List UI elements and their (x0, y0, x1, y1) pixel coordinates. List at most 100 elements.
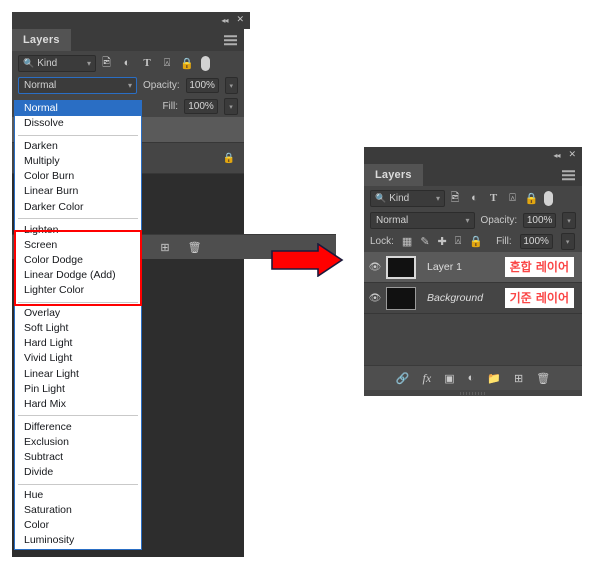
menu-item-soft-light[interactable]: Soft Light (15, 321, 141, 336)
delete-layer-icon[interactable]: 🗑 (188, 241, 202, 254)
menu-item-darken[interactable]: Darken (15, 139, 141, 154)
filter-toggle-icon[interactable] (544, 190, 553, 206)
forest-thumbnail (386, 286, 416, 310)
tab-layers[interactable]: Layers (364, 164, 423, 186)
menu-item-difference[interactable]: Difference (15, 420, 141, 435)
menu-separator (18, 134, 138, 136)
menu-item-saturation[interactable]: Saturation (15, 503, 141, 518)
lock-image-icon[interactable]: ✎ (420, 235, 429, 248)
lock-position-icon[interactable]: ✚ (438, 235, 447, 248)
collapse-panel-icon[interactable]: ◂◂ (221, 16, 228, 25)
collapse-panel-icon[interactable]: ◂◂ (553, 151, 560, 160)
opacity-stepper[interactable]: ▾ (562, 212, 577, 229)
menu-item-vivid-light[interactable]: Vivid Light (15, 351, 141, 366)
type-filter-icon[interactable]: T (484, 192, 503, 204)
shape-filter-icon[interactable]: ⍓ (503, 192, 522, 205)
menu-item-normal[interactable]: Normal (15, 101, 141, 117)
filter-toggle-icon[interactable] (201, 55, 210, 71)
search-icon: 🔍 (375, 192, 387, 203)
menu-item-color-dodge[interactable]: Color Dodge (15, 253, 141, 268)
menu-item-luminosity[interactable]: Luminosity (15, 533, 141, 548)
shape-filter-icon[interactable]: ⍓ (157, 57, 177, 70)
menu-item-screen[interactable]: Screen (15, 238, 141, 253)
menu-item-divide[interactable]: Divide (15, 465, 141, 480)
menu-item-linear-light[interactable]: Linear Light (15, 367, 141, 382)
pixel-filter-icon[interactable]: 🖻 (445, 189, 465, 208)
layer-mask-icon[interactable]: ▣ (444, 372, 454, 385)
table-row[interactable]: 👁 Layer 1 혼합 레이어 (364, 252, 582, 283)
blend-mode-value: Normal (376, 215, 409, 226)
fill-stepper[interactable]: ▾ (224, 98, 238, 115)
new-group-icon[interactable]: 📁 (487, 372, 501, 385)
fill-label: Fill: (496, 236, 512, 247)
opacity-stepper[interactable]: ▾ (224, 77, 238, 94)
annotation-blend-layer: 혼합 레이어 (504, 257, 574, 277)
close-icon[interactable]: ✕ (236, 16, 244, 25)
lock-artboard-icon[interactable]: ⍓ (455, 235, 462, 248)
fill-input[interactable]: 100% (519, 234, 553, 249)
menu-item-lighter-color[interactable]: Lighter Color (15, 283, 141, 298)
opacity-label: Opacity: (143, 80, 180, 91)
tab-layers[interactable]: Layers (12, 29, 71, 51)
new-layer-icon[interactable]: ⊞ (160, 241, 169, 254)
menu-item-overlay[interactable]: Overlay (15, 306, 141, 321)
link-layers-icon[interactable]: 🔗 (396, 372, 410, 385)
menu-item-darker-color[interactable]: Darker Color (15, 200, 141, 215)
blend-mode-select[interactable]: Normal ▾ (18, 77, 137, 94)
blend-mode-dropdown-menu[interactable]: Normal Dissolve Darken Multiply Color Burn Li… (14, 100, 142, 550)
menu-separator (18, 218, 138, 220)
panel-menu-icon[interactable] (562, 170, 575, 180)
panel-resize-grip[interactable] (364, 390, 582, 396)
lock-all-icon[interactable]: 🔒 (469, 235, 483, 248)
smart-object-filter-icon[interactable]: 🔒 (522, 192, 541, 205)
menu-item-pin-light[interactable]: Pin Light (15, 382, 141, 397)
lock-icon: 🔒 (222, 152, 235, 164)
pixel-filter-icon[interactable]: 🖻 (96, 54, 117, 73)
opacity-input[interactable]: 100% (523, 213, 557, 228)
menu-item-hard-mix[interactable]: Hard Mix (15, 397, 141, 412)
fill-stepper[interactable]: ▾ (560, 233, 575, 250)
adjustment-filter-icon[interactable]: ◐ (117, 57, 137, 69)
opacity-input[interactable]: 100% (185, 78, 219, 93)
delete-layer-icon[interactable]: 🗑 (536, 372, 550, 385)
adjustment-layer-icon[interactable]: ◐ (468, 372, 475, 384)
menu-item-dissolve[interactable]: Dissolve (15, 116, 141, 131)
menu-item-linear-burn[interactable]: Linear Burn (15, 184, 141, 199)
fill-input[interactable]: 100% (184, 99, 218, 114)
chevron-down-icon: ▾ (435, 193, 440, 203)
layer-style-fx-icon[interactable]: fx (423, 371, 432, 386)
table-row[interactable]: 👁 Background 기준 레이어 (364, 283, 582, 314)
type-filter-icon[interactable]: T (137, 57, 157, 69)
right-filter-row: 🔍 Kind ▾ 🖻 ◐ T ⍓ 🔒 (364, 186, 582, 210)
lock-transparency-icon[interactable]: ▦ (402, 235, 412, 248)
menu-item-color-burn[interactable]: Color Burn (15, 169, 141, 184)
menu-item-hue[interactable]: Hue (15, 488, 141, 503)
panel-menu-icon[interactable] (224, 35, 237, 45)
filter-kind-label: Kind (389, 192, 410, 204)
eye-icon[interactable]: 👁 (364, 262, 386, 273)
fill-label: Fill: (162, 101, 178, 112)
close-icon[interactable]: ✕ (568, 151, 576, 160)
layer-name: Background (427, 292, 484, 304)
menu-item-multiply[interactable]: Multiply (15, 154, 141, 169)
adjustment-filter-icon[interactable]: ◐ (465, 192, 484, 204)
menu-item-linear-dodge-add[interactable]: Linear Dodge (Add) (15, 268, 141, 283)
new-layer-icon[interactable]: ⊞ (514, 372, 523, 385)
chevron-down-icon: ▾ (465, 216, 470, 225)
menu-item-color[interactable]: Color (15, 518, 141, 533)
right-blend-row: Normal ▾ Opacity: 100% ▾ (364, 210, 582, 231)
menu-item-subtract[interactable]: Subtract (15, 450, 141, 465)
menu-item-lighten[interactable]: Lighten (15, 223, 141, 238)
eye-icon[interactable]: 👁 (364, 293, 386, 304)
menu-item-exclusion[interactable]: Exclusion (15, 435, 141, 450)
smart-object-filter-icon[interactable]: 🔒 (177, 57, 197, 70)
menu-separator (18, 483, 138, 485)
blend-mode-select[interactable]: Normal ▾ (370, 212, 475, 229)
filter-kind-select[interactable]: 🔍 Kind ▾ (18, 54, 96, 72)
menu-separator (18, 415, 138, 417)
lock-label: Lock: (370, 236, 394, 247)
menu-item-hard-light[interactable]: Hard Light (15, 336, 141, 351)
filter-kind-select[interactable]: 🔍 Kind ▾ (370, 189, 445, 207)
annotation-base-layer: 기준 레이어 (504, 288, 574, 308)
right-bottom-strip: 🔗 fx ▣ ◐ 📁 ⊞ 🗑 (364, 365, 582, 390)
